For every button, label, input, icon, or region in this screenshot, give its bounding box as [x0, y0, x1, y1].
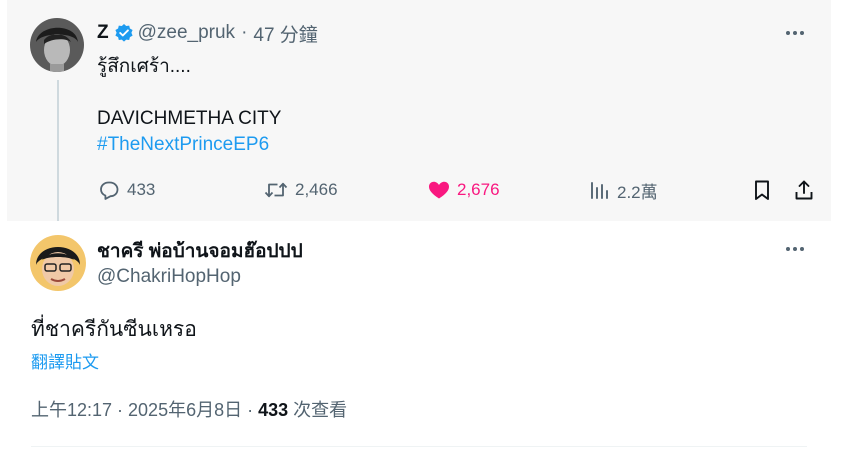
repost-icon — [264, 182, 288, 198]
parent-author-row: Z @zee_pruk · 47 分鐘 — [97, 20, 318, 46]
tweet-timestamp[interactable]: 上午12:17 · 2025年6月8日 · — [31, 400, 258, 420]
tweet-meta: 上午12:17 · 2025年6月8日 · 433 次查看 — [31, 396, 347, 422]
parent-tweet[interactable]: Z @zee_pruk · 47 分鐘 รู้สึกเศร้า.... DAVI… — [7, 0, 831, 230]
like-icon — [429, 181, 449, 199]
tweet-text-line: DAVICHMETHA CITY — [97, 108, 282, 129]
share-icon — [795, 180, 813, 200]
reply-button[interactable]: 433 — [97, 176, 155, 204]
bookmark-button[interactable] — [751, 176, 779, 204]
hashtag-link[interactable]: #TheNextPrinceEP6 — [97, 132, 281, 158]
more-icon[interactable] — [786, 31, 804, 35]
author-display-name[interactable]: ชาครี พ่อบ้านจอมฮ๊อปปป — [97, 236, 303, 266]
more-icon[interactable] — [786, 247, 804, 251]
avatar[interactable] — [30, 18, 84, 72]
separator: · — [241, 22, 248, 43]
tweet-thread: Z @zee_pruk · 47 分鐘 รู้สึกเศร้า.... DAVI… — [7, 0, 831, 459]
tweet-text: รู้สึกเศร้า.... DAVICHMETHA CITY #TheNex… — [97, 54, 281, 158]
author-display-name[interactable]: Z — [97, 22, 109, 44]
tweet-text: ที่ชาครีกันซีนเหรอ — [31, 318, 197, 341]
tweet-time[interactable]: 47 分鐘 — [253, 20, 317, 47]
views-button[interactable]: 2.2萬 — [589, 176, 658, 204]
bookmark-icon — [755, 180, 769, 200]
views-label: 次查看 — [288, 400, 348, 420]
author-handle[interactable]: @zee_pruk — [138, 22, 235, 44]
translate-post-link[interactable]: 翻譯貼文 — [31, 348, 99, 373]
thread-line — [57, 80, 59, 230]
views-count: 2.2萬 — [617, 182, 658, 202]
reply-count: 433 — [127, 180, 156, 199]
verified-badge-icon — [114, 23, 134, 43]
views-icon — [591, 182, 608, 199]
author-handle[interactable]: @ChakriHopHop — [97, 266, 241, 288]
action-bar: 433 2,466 2,676 2.2萬 — [97, 176, 817, 204]
divider — [31, 446, 807, 447]
tweet-text-spacer — [97, 80, 281, 106]
like-button[interactable]: 2,676 — [427, 176, 500, 204]
avatar[interactable] — [30, 235, 86, 291]
views-count: 433 — [258, 400, 289, 420]
like-count: 2,676 — [457, 180, 500, 199]
tweet-text-line: รู้สึกเศร้า.... — [97, 56, 191, 77]
repost-count: 2,466 — [295, 180, 338, 199]
focused-tweet: ชาครี พ่อบ้านจอมฮ๊อปปป @ChakriHopHop ที่… — [7, 221, 831, 459]
share-button[interactable] — [793, 176, 821, 204]
reply-icon — [100, 181, 119, 200]
repost-button[interactable]: 2,466 — [263, 176, 338, 204]
